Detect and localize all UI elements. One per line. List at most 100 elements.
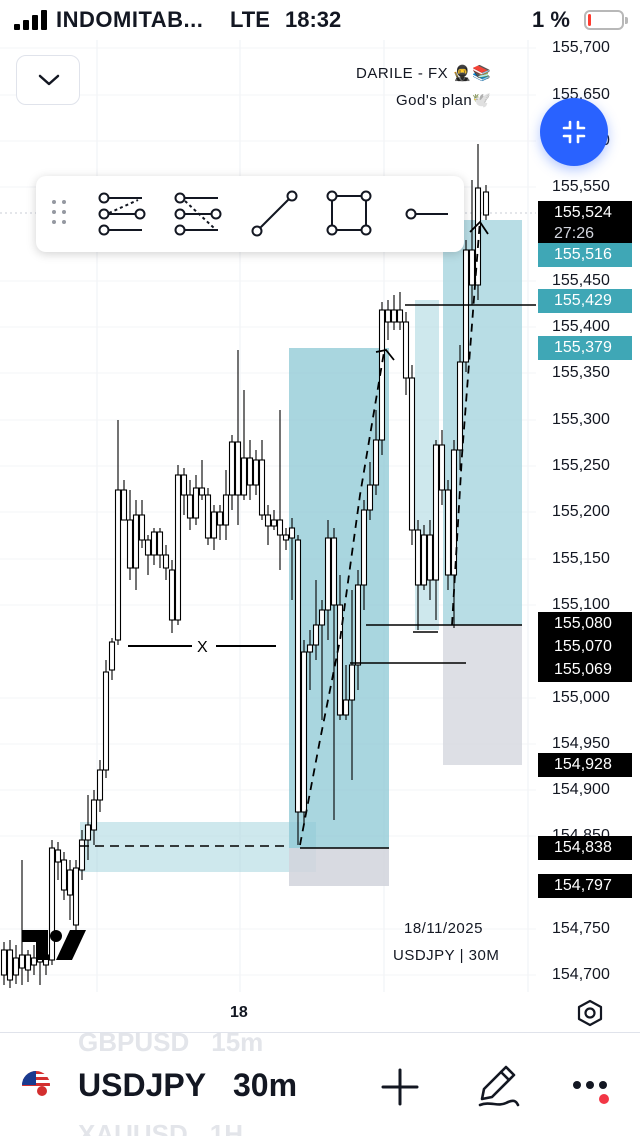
candle-body [468, 249, 476, 286]
x-marker-label: X [197, 639, 208, 656]
candle-body [432, 444, 440, 581]
network-type: LTE [230, 7, 270, 32]
grip-icon[interactable] [50, 200, 70, 228]
candle-body [342, 699, 350, 716]
candle-body [96, 769, 104, 801]
battery-icon [584, 10, 628, 30]
candle-body [168, 569, 176, 621]
candle-body [414, 529, 422, 586]
price-tag: 155,069 [538, 658, 632, 682]
candle-body [438, 444, 446, 491]
us-japan-flag-icon [22, 1071, 50, 1099]
add-button[interactable] [380, 1067, 420, 1107]
candle-body [270, 519, 278, 527]
next-symbol: XAUUSD [78, 1119, 188, 1136]
price-tick-label: 155,700 [552, 39, 610, 56]
candle-body [132, 514, 140, 569]
candle-body [162, 554, 170, 569]
collapse-button[interactable] [16, 55, 80, 105]
candle-body [318, 609, 326, 626]
chart-date-watermark: 18/11/2025 [404, 920, 483, 937]
short-position-tool[interactable] [170, 189, 222, 239]
long-position-icon [98, 192, 146, 236]
candle-body [444, 489, 452, 576]
exit-fullscreen-button[interactable] [540, 98, 608, 166]
candle-body [390, 309, 398, 323]
candle-body [192, 487, 200, 519]
rectangle-tool[interactable] [324, 189, 376, 239]
clock: 18:32 [285, 7, 342, 32]
trend-line-icon [251, 190, 298, 237]
candle-body [396, 309, 404, 323]
candle-body [300, 651, 308, 813]
candle-body [324, 537, 332, 611]
price-tick-label: 154,900 [552, 781, 610, 798]
candle-body [126, 519, 134, 569]
price-tag: 155,070 [538, 635, 632, 659]
price-tick-label: 155,250 [552, 457, 610, 474]
long-position-tool[interactable] [94, 189, 146, 239]
plus-icon [381, 1068, 419, 1106]
candle-body [84, 824, 92, 841]
symbol-bar: GBPUSD 15m USDJPY 30m XAUUSD 1H [0, 1032, 640, 1136]
horizontal-ray-tool[interactable] [402, 189, 454, 239]
price-tick-label: 155,550 [552, 178, 610, 195]
candle-body [0, 949, 8, 976]
candle-body [114, 489, 122, 641]
symbol-name[interactable]: USDJPY [78, 1067, 206, 1104]
price-tick-label: 155,000 [552, 689, 610, 706]
candle-body [354, 584, 362, 666]
candle-body [102, 671, 110, 771]
candle-body [294, 539, 302, 813]
candle-body [330, 537, 338, 606]
horizontal-ray-icon [405, 208, 448, 220]
price-tag: 155,379 [538, 336, 632, 360]
previous-symbol-hint[interactable]: GBPUSD 15m [78, 1032, 264, 1058]
price-tick-label: 155,350 [552, 364, 610, 381]
candle-body [204, 494, 212, 539]
candle-body [174, 474, 182, 621]
candle-body [120, 489, 128, 521]
candle-body [264, 514, 272, 527]
candle-body [384, 309, 392, 323]
candle-body [6, 949, 14, 981]
candle-body [54, 849, 62, 863]
price-tag: 154,797 [538, 874, 632, 898]
candle-body [360, 509, 368, 586]
time-axis[interactable]: 18 [0, 992, 640, 1032]
candle-body [282, 534, 290, 541]
candle-body [156, 531, 164, 556]
candle-body [408, 377, 416, 531]
candle-body [210, 511, 218, 539]
carrier-name: INDOMITAB... [56, 7, 204, 32]
more-dots-icon [573, 1081, 609, 1104]
candle-body [78, 839, 86, 871]
price-tick-label: 155,400 [552, 318, 610, 335]
long-position-stop-zone [443, 625, 522, 765]
candle-body [258, 459, 266, 516]
trend-line-tool[interactable] [248, 189, 300, 239]
next-symbol-hint[interactable]: XAUUSD 1H [78, 1119, 243, 1136]
motto-watermark: God's plan🕊️ [396, 92, 492, 109]
price-tick-label: 155,450 [552, 272, 610, 289]
previous-interval: 15m [211, 1032, 264, 1057]
candle-body [216, 511, 224, 526]
long-position-stop-zone [289, 848, 389, 886]
drawing-toolbar [36, 176, 464, 252]
candle-body [426, 534, 434, 581]
candle-body [456, 361, 464, 451]
previous-symbol: GBPUSD [78, 1032, 190, 1057]
candle-body [180, 474, 188, 496]
candle-body [150, 531, 158, 556]
rectangle-icon [326, 190, 372, 236]
candle-body [138, 514, 146, 541]
candle-body [366, 484, 374, 511]
price-tag: 155,516 [538, 243, 632, 267]
more-menu-button[interactable] [570, 1075, 614, 1105]
drawing-tools-button[interactable] [474, 1061, 522, 1111]
candle-body [66, 869, 74, 896]
candle-body [402, 321, 410, 379]
chart-settings-icon[interactable] [574, 995, 606, 1031]
interval-selector[interactable]: 30m [233, 1067, 297, 1104]
candle-body [372, 439, 380, 486]
